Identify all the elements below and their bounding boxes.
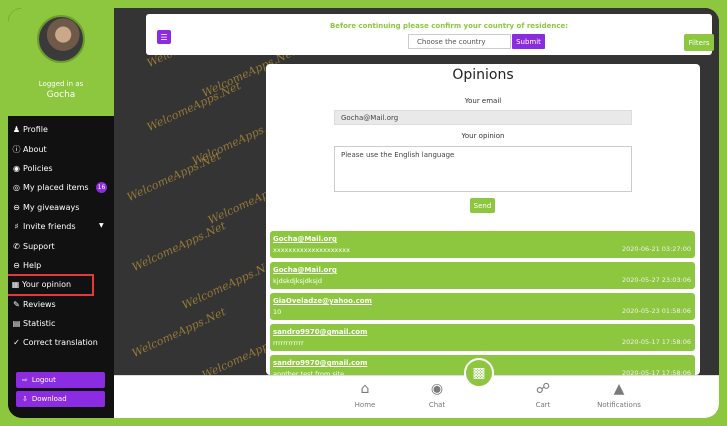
page-title: Opinions: [452, 67, 514, 83]
statistic-icon: ▤: [12, 319, 21, 329]
send-button[interactable]: Send: [470, 198, 495, 213]
download-icon: ⇩: [22, 395, 28, 403]
sidebar-item-label: My giveaways: [23, 202, 80, 212]
giveaways-icon: ⊖: [13, 202, 20, 212]
nav-home[interactable]: ⌂ Home: [340, 379, 390, 409]
chat-icon: ◉: [430, 381, 444, 397]
chevron-down-icon[interactable]: ▼: [99, 222, 104, 229]
email-label: Your email: [464, 97, 502, 105]
sidebar-item-label: Policies: [23, 163, 53, 173]
opinion-date: 2020-05-17 17:58:06: [621, 338, 691, 346]
sidebar-item-invite-friends[interactable]: ♯ Invite friends ▼: [8, 217, 114, 236]
country-message: Before continuing please confirm your co…: [329, 22, 569, 30]
submit-button[interactable]: Submit: [512, 34, 545, 49]
sidebar-item-profile[interactable]: ♟ Profile: [8, 120, 114, 139]
opinion-textarea[interactable]: Please use the English language: [334, 146, 632, 192]
sidebar-item-label: Support: [23, 241, 55, 251]
home-icon: ⌂: [360, 381, 370, 397]
bottom-nav: ⌂ Home ◉ Chat ☍ Cart ▲ Notifications: [114, 375, 719, 418]
opinion-text: 10: [273, 308, 282, 316]
opinion-icon: ▦: [11, 280, 20, 290]
list-item: sandro9970@gmail.com rrrrrrrrrrrr 2020-0…: [270, 324, 695, 351]
cart-icon: ☍: [535, 381, 551, 397]
policies-icon: ◉: [13, 163, 20, 173]
nav-label: Home: [354, 401, 376, 409]
logout-button[interactable]: ⇨ Logout: [16, 372, 105, 388]
nav-label: Chat: [428, 401, 446, 409]
nav-notifications[interactable]: ▲ Notifications: [594, 379, 644, 409]
logout-label: Logout: [31, 376, 56, 384]
nav-chat[interactable]: ◉ Chat: [412, 379, 462, 409]
filters-button[interactable]: Filters: [684, 34, 714, 51]
sidebar: Logged in as Gocha ♟ Profile ⓘ About ◉ P…: [8, 8, 114, 418]
menu-button[interactable]: ☰: [157, 30, 171, 44]
list-item: Gocha@Mail.org kjdskdjksjdksjd 2020-05-2…: [270, 262, 695, 289]
gift-button[interactable]: ▩: [464, 358, 494, 388]
invite-icon: ♯: [14, 222, 19, 232]
sidebar-item-support[interactable]: ✆ Support: [8, 236, 114, 255]
sidebar-nav: ♟ Profile ⓘ About ◉ Policies ◎ My placed…: [8, 120, 114, 353]
opinions-panel: Opinions Your email Gocha@Mail.org Your …: [266, 64, 700, 382]
list-item: GiaOveladze@yahoo.com 10 2020-05-23 01:5…: [270, 293, 695, 320]
translation-icon: ✓: [13, 338, 20, 348]
opinion-email-link[interactable]: Gocha@Mail.org: [273, 235, 337, 243]
opinion-text: xxxxxxxxxxxxxxxxxxxx: [273, 246, 350, 254]
download-label: Download: [31, 395, 67, 403]
menu-icon: ☰: [160, 32, 168, 42]
sidebar-item-my-giveaways[interactable]: ⊖ My giveaways: [8, 198, 114, 217]
sidebar-item-label: About: [23, 144, 47, 154]
sidebar-item-label: Your opinion: [22, 280, 72, 290]
sidebar-item-label: Invite friends: [23, 222, 76, 232]
opinion-date: 2020-05-27 23:03:06: [621, 276, 691, 284]
help-icon: ⊖: [13, 260, 20, 270]
nav-label: Notifications: [597, 401, 641, 409]
email-field[interactable]: Gocha@Mail.org: [334, 110, 632, 125]
info-icon: ⓘ: [12, 144, 21, 154]
user-name: Gocha: [46, 90, 76, 100]
sidebar-item-about[interactable]: ⓘ About: [8, 139, 114, 158]
user-icon: ♟: [12, 125, 21, 135]
opinion-text: kjdskdjksjdksjd: [273, 277, 322, 285]
logout-icon: ⇨: [22, 376, 28, 384]
download-button[interactable]: ⇩ Download: [16, 391, 105, 407]
opinion-email-link[interactable]: Gocha@Mail.org: [273, 266, 337, 274]
sidebar-item-statistic[interactable]: ▤ Statistic: [8, 314, 114, 333]
sidebar-item-label: Reviews: [23, 299, 56, 309]
sidebar-item-reviews[interactable]: ✎ Reviews: [8, 295, 114, 314]
opinion-text: rrrrrrrrrrrr: [273, 339, 304, 347]
sidebar-item-label: Help: [23, 260, 42, 270]
opinion-date: 2020-06-21 03:27:00: [621, 245, 691, 253]
opinion-email-link[interactable]: GiaOveladze@yahoo.com: [273, 297, 372, 305]
opinion-date: 2020-05-23 01:58:06: [621, 307, 691, 315]
reviews-icon: ✎: [13, 299, 20, 309]
sidebar-item-correct-translation[interactable]: ✓ Correct translation: [8, 333, 114, 352]
sidebar-item-policies[interactable]: ◉ Policies: [8, 159, 114, 178]
sidebar-item-label: Correct translation: [23, 338, 98, 348]
sidebar-item-label: Statistic: [23, 319, 56, 329]
nav-cart[interactable]: ☍ Cart: [518, 379, 568, 409]
items-count-badge: 16: [96, 182, 107, 194]
nav-label: Cart: [535, 401, 551, 409]
app-frame: WelcomeApps.Net WelcomeApps.Net WelcomeA…: [8, 8, 719, 418]
opinion-email-link[interactable]: sandro9970@gmail.com: [273, 328, 367, 336]
logged-in-label: Logged in as: [38, 80, 84, 88]
items-icon: ◎: [13, 183, 20, 193]
country-panel: ☰ Before continuing please confirm your …: [146, 14, 714, 55]
list-item: Gocha@Mail.org xxxxxxxxxxxxxxxxxxxx 2020…: [270, 231, 695, 258]
support-icon: ✆: [13, 241, 20, 251]
sidebar-item-my-placed-items[interactable]: ◎ My placed items 16: [8, 178, 114, 197]
bell-icon: ▲: [613, 381, 625, 397]
country-select[interactable]: Choose the country: [408, 34, 511, 49]
profile-box: Logged in as Gocha: [8, 8, 114, 116]
gift-icon: ▩: [472, 365, 486, 381]
sidebar-item-help[interactable]: ⊖ Help: [8, 256, 114, 275]
sidebar-item-label: My placed items: [23, 183, 89, 193]
sidebar-item-your-opinion[interactable]: ▦ Your opinion: [8, 274, 94, 296]
opinion-email-link[interactable]: sandro9970@gmail.com: [273, 359, 367, 367]
sidebar-item-label: Profile: [23, 125, 48, 135]
opinion-label: Your opinion: [461, 132, 505, 140]
avatar[interactable]: [37, 15, 85, 63]
